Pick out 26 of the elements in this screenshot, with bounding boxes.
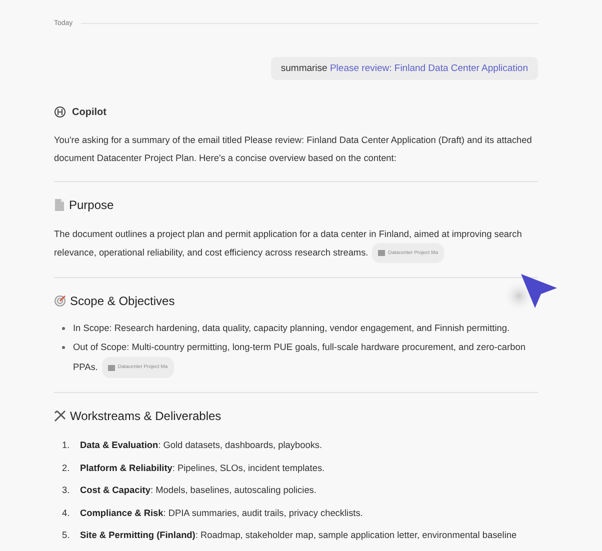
list-item: Cost & Capacity: Models, baselines, autoscaling policies. xyxy=(80,484,316,497)
target-icon xyxy=(54,295,66,307)
list-item: In Scope: Research hardening, data quality, capacity planning, vendor engagement, and Finnish permitting. xyxy=(73,322,510,335)
section-heading: Purpose xyxy=(69,198,114,212)
list-number: 4. xyxy=(62,506,71,520)
assistant-name: Copilot xyxy=(72,106,106,118)
list-item: Site & Permitting (Finland): Roadmap, stakeholder map, sample application letter, environmental baseline xyxy=(80,529,517,542)
section-heading: Scope & Objectives xyxy=(70,294,175,308)
list-item: Compliance & Risk: DPIA summaries, audit trails, privacy checklists. xyxy=(80,506,363,520)
bullet-icon xyxy=(62,346,65,349)
user-message: summarise Please review: Finland Data Center Application xyxy=(270,57,538,80)
list-number: 2. xyxy=(62,462,71,474)
section-heading: Workstreams & Deliverables xyxy=(70,409,222,423)
document-icon xyxy=(54,199,65,211)
document-icon xyxy=(108,364,115,370)
list-item: Data & Evaluation: Gold datasets, dashboards, playbooks. xyxy=(80,439,322,452)
list-number: 3. xyxy=(62,484,71,497)
bullet-icon xyxy=(62,327,65,330)
paragraph: You're asking for a summary of the email titled Please review: Finland Data Center Application (Draft) and its attached document Datacenter Project Plan. Here's a concise overview based on the content: xyxy=(54,134,533,165)
list-number: 5. xyxy=(62,529,71,542)
list-item: Platform & Reliability: Pipelines, SLOs, incident templates. xyxy=(80,462,325,475)
tools-icon xyxy=(54,410,66,422)
copilot-logo-icon xyxy=(54,106,66,118)
email-link[interactable]: Please review: Finland Data Center Application xyxy=(330,63,528,74)
list-number: 1. xyxy=(62,439,71,452)
document-icon xyxy=(378,250,386,256)
